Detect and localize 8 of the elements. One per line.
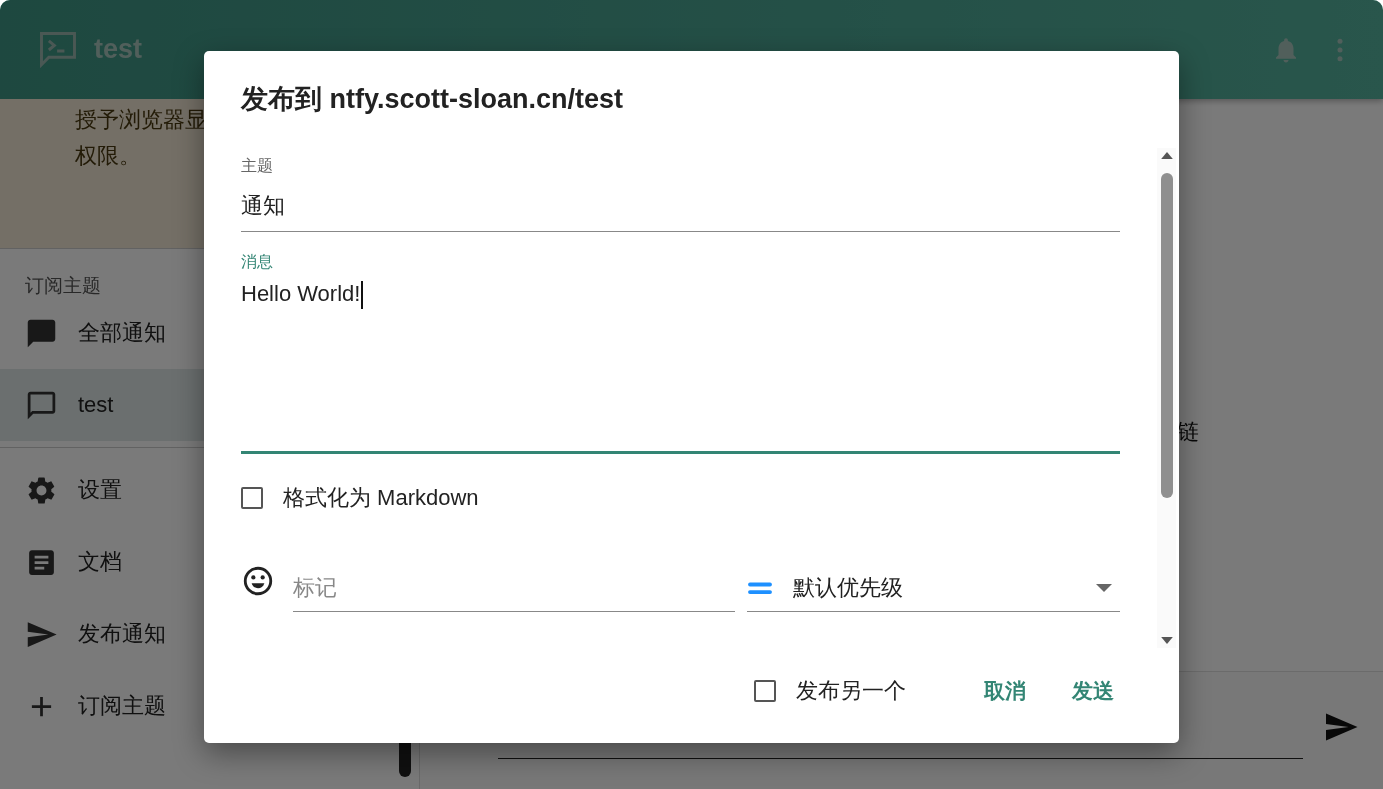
checkbox-label: 发布另一个 [796,676,906,705]
banner-text: 授予浏览器显 [75,106,207,134]
checkbox-label: 格式化为 Markdown [283,484,479,512]
field-label: 主题 [241,156,273,176]
section-label: 订阅主题 [24,274,101,297]
field-label: 消息 [241,252,273,272]
dialog-title: 发布到 ntfy.scott-sloan.cn/test [239,83,624,116]
banner-text: 权限。 [75,142,141,170]
